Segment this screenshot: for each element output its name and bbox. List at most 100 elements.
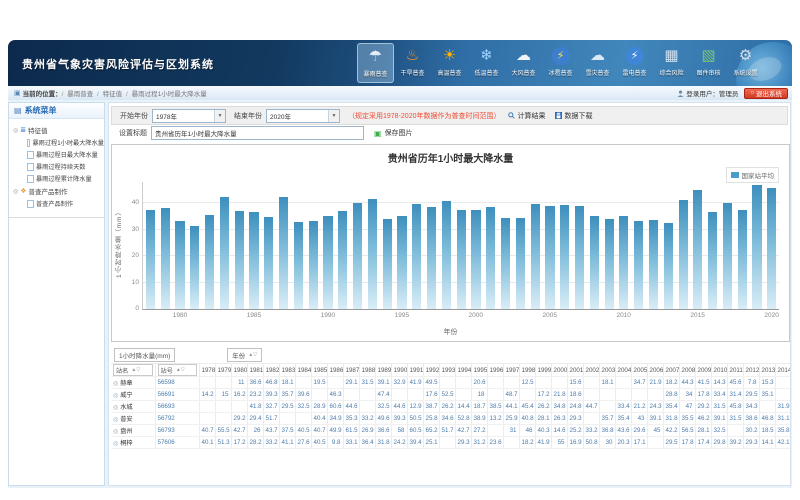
value-cell: 12.9 — [407, 401, 423, 413]
nav-item-图件审核[interactable]: ▧图件审核 — [690, 43, 727, 83]
year-column-2003[interactable]: 2003 — [599, 364, 615, 377]
row-radio-icon[interactable]: ◎ — [113, 393, 118, 399]
year-column-1993[interactable]: 1993 — [439, 364, 455, 377]
year-column-1991[interactable]: 1991 — [407, 364, 423, 377]
expand-icon[interactable]: ◎ — [13, 127, 18, 134]
nav-item-低温普查[interactable]: ❄低温普查 — [468, 43, 505, 83]
save-image-button[interactable]: 保存图片 — [385, 128, 413, 138]
bar-1998 — [442, 201, 451, 309]
year-group-sort-box[interactable]: 年份 ▲▽ — [227, 348, 262, 362]
station-name-cell[interactable]: ◎水城 — [111, 401, 155, 413]
nav-item-系统设置[interactable]: ⚙系统设置 — [727, 43, 764, 83]
nav-item-暴雨普查[interactable]: ☂暴雨普查 — [357, 43, 394, 83]
year-column-1999[interactable]: 1999 — [535, 364, 551, 377]
bar-slot — [543, 182, 558, 309]
year-column-2013[interactable]: 2013 — [759, 364, 775, 377]
value-cell: 28.8 — [663, 389, 679, 401]
year-column-1984[interactable]: 1984 — [295, 364, 311, 377]
year-column-2008[interactable]: 2008 — [679, 364, 695, 377]
year-column-2002[interactable]: 2002 — [583, 364, 599, 377]
breadcrumb-item[interactable]: 暴雨普查 — [67, 91, 93, 98]
year-column-2014[interactable]: 2014 — [775, 364, 790, 377]
year-column-1994[interactable]: 1994 — [455, 364, 471, 377]
year-column-2000[interactable]: 2000 — [551, 364, 567, 377]
暴雨普查-icon: ☂ — [369, 46, 382, 68]
year-column-2012[interactable]: 2012 — [743, 364, 759, 377]
year-column-1978[interactable]: 1978 — [199, 364, 215, 377]
nav-item-雪灾普查[interactable]: ☁雪灾普查 — [579, 43, 616, 83]
year-column-1998[interactable]: 1998 — [519, 364, 535, 377]
year-column-1986[interactable]: 1986 — [327, 364, 343, 377]
year-column-1992[interactable]: 1992 — [423, 364, 439, 377]
year-column-1981[interactable]: 1981 — [247, 364, 263, 377]
breadcrumb-item[interactable]: 特征值 — [103, 91, 123, 98]
measure-filter-box[interactable]: 1小时降水量(mm) — [114, 348, 175, 362]
column-header-站号[interactable]: 站号▲▽ — [155, 364, 199, 377]
year-column-1985[interactable]: 1985 — [311, 364, 327, 377]
sidebar-item-普查产品制作[interactable]: 普查产品制作 — [27, 199, 104, 208]
row-radio-icon[interactable]: ◎ — [113, 429, 118, 435]
sidebar-group-特征值[interactable]: ◎≣特征值 — [13, 125, 104, 135]
sidebar-group-普查产品制作[interactable]: ◎❖普查产品制作 — [13, 186, 104, 196]
value-cell: 41.9 — [407, 377, 423, 389]
row-radio-icon[interactable]: ◎ — [113, 441, 118, 447]
year-column-1995[interactable]: 1995 — [471, 364, 487, 377]
chart-legend[interactable]: 国家站平均 — [726, 167, 780, 183]
row-radio-icon[interactable]: ◎ — [113, 405, 118, 411]
year-column-2005[interactable]: 2005 — [631, 364, 647, 377]
year-column-1980[interactable]: 1980 — [231, 364, 247, 377]
nav-item-冰雹普查[interactable]: ⚡冰雹普查 — [542, 43, 579, 83]
sidebar-item-label: 暴雨过程1小时最大降水量 — [32, 138, 104, 147]
station-name-cell[interactable]: ◎普安 — [111, 413, 155, 425]
value-cell: 39.1 — [647, 413, 663, 425]
sidebar-item-暴雨过程日最大降水量[interactable]: 暴雨过程日最大降水量 — [27, 150, 104, 159]
year-column-2004[interactable]: 2004 — [615, 364, 631, 377]
nav-item-干旱普查[interactable]: ♨干旱普查 — [394, 43, 431, 83]
year-column-1987[interactable]: 1987 — [343, 364, 359, 377]
bar-1999 — [457, 210, 466, 309]
year-column-2010[interactable]: 2010 — [711, 364, 727, 377]
nav-item-高温普查[interactable]: ☀高温普查 — [431, 43, 468, 83]
year-column-2007[interactable]: 2007 — [663, 364, 679, 377]
year-column-1988[interactable]: 1988 — [359, 364, 375, 377]
year-column-1996[interactable]: 1996 — [487, 364, 503, 377]
year-column-1982[interactable]: 1982 — [263, 364, 279, 377]
bar-slot — [735, 182, 750, 309]
row-radio-icon[interactable]: ◎ — [113, 417, 118, 423]
bar-1989 — [309, 221, 318, 309]
station-name-cell[interactable]: ◎威宁 — [111, 389, 155, 401]
value-cell: 39.3 — [263, 389, 279, 401]
calc-result-button[interactable]: 计算结果 — [508, 111, 545, 121]
year-column-2006[interactable]: 2006 — [647, 364, 663, 377]
station-name-cell[interactable]: ◎盘州 — [111, 425, 155, 437]
user-box: 登录用户：管理员 ○ 退出系统 — [677, 86, 788, 100]
sidebar-item-暴雨过程持续天数[interactable]: 暴雨过程持续天数 — [27, 162, 104, 171]
year-column-1979[interactable]: 1979 — [215, 364, 231, 377]
year-column-1983[interactable]: 1983 — [279, 364, 295, 377]
chart-title-input[interactable] — [151, 126, 364, 140]
sidebar-item-暴雨过程1小时最大降水量[interactable]: 暴雨过程1小时最大降水量 — [27, 138, 104, 147]
sidebar-item-暴雨过程累计降水量[interactable]: 暴雨过程累计降水量 — [27, 174, 104, 183]
year-column-1990[interactable]: 1990 — [391, 364, 407, 377]
nav-item-综合风险[interactable]: ▦综合风险 — [653, 43, 690, 83]
end-year-select[interactable]: 2020年 ▼ — [266, 109, 340, 123]
year-column-2011[interactable]: 2011 — [727, 364, 743, 377]
column-header-站名[interactable]: 站名▲▽ — [111, 364, 155, 377]
sidebar-item-label: 暴雨过程日最大降水量 — [36, 150, 98, 159]
year-column-1997[interactable]: 1997 — [503, 364, 519, 377]
row-radio-icon[interactable]: ◎ — [113, 381, 118, 387]
breadcrumb-item[interactable]: 暴雨过程1小时最大降水量 — [132, 91, 207, 98]
data-download-button[interactable]: 数据下载 — [555, 111, 592, 121]
station-name-cell[interactable]: ◎赫章 — [111, 377, 155, 389]
expand-icon[interactable]: ◎ — [13, 188, 18, 195]
year-column-2009[interactable]: 2009 — [695, 364, 711, 377]
year-column-1989[interactable]: 1989 — [375, 364, 391, 377]
value-cell: 42.7 — [455, 425, 471, 437]
station-name-cell[interactable]: ◎桐梓 — [111, 437, 155, 449]
nav-item-雷电普查[interactable]: ⚡雷电普查 — [616, 43, 653, 83]
value-cell: 7.8 — [743, 377, 759, 389]
start-year-select[interactable]: 1978年 ▼ — [152, 109, 226, 123]
nav-item-大风普查[interactable]: ☁大风普查 — [505, 43, 542, 83]
logout-button[interactable]: ○ 退出系统 — [744, 88, 788, 99]
year-column-2001[interactable]: 2001 — [567, 364, 583, 377]
